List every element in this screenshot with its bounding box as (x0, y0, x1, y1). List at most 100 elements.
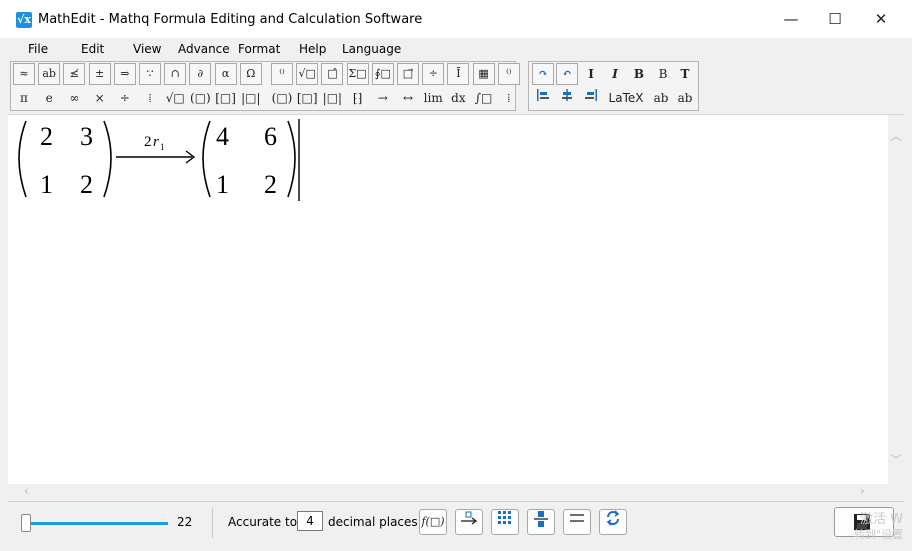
symbol-contour-integral-template-button[interactable]: ∮□ (371, 63, 394, 85)
menu-bar: File Edit View Advance Format Help Langu… (8, 38, 904, 60)
symbol-implies-button[interactable]: ⇒ (113, 63, 136, 85)
symbol-root-template-button[interactable]: √□ (296, 63, 319, 85)
menu-format[interactable]: Format (238, 42, 280, 56)
align-center-icon[interactable] (556, 87, 578, 109)
title-bar[interactable]: √x MathEdit - Mathq Formula Editing and … (0, 0, 912, 38)
bold-button[interactable]: B (628, 63, 650, 85)
matrix1-right-paren (103, 120, 112, 198)
toolbar: ↷ ↶ I I B B T LaTeX ab ab ≈ ab ≰ ± ⇒ ∵ ∩ ∂ α Ω ⁽⁾ √… (8, 60, 904, 115)
menu-view[interactable]: View (133, 42, 161, 56)
accuracy-suffix: decimal places (328, 515, 418, 529)
vertical-scrollbar[interactable]: ︿ ﹀ (888, 115, 904, 485)
matrix2-cell: 6 (264, 122, 277, 151)
matrix1-cell: 2 (40, 122, 53, 151)
status-separator (212, 508, 213, 538)
zoom-slider[interactable] (28, 522, 168, 525)
symbol-not-le-button[interactable]: ≰ (63, 63, 86, 85)
fraction-icon[interactable] (527, 509, 555, 535)
matrix-grid-icon[interactable] (491, 509, 519, 535)
symbol-ab-button[interactable]: ab (38, 63, 61, 85)
normal-weight-button[interactable]: B (652, 63, 674, 85)
ab-button-2[interactable]: ab (674, 87, 696, 109)
italic-button[interactable]: I (604, 63, 626, 85)
symbol-abs-button[interactable]: |□| (240, 87, 262, 109)
scroll-down-icon[interactable]: ﹀ (890, 451, 902, 468)
menu-edit[interactable]: Edit (81, 42, 104, 56)
symbol-divide-button[interactable]: ÷ (422, 63, 445, 85)
symbol-integral-template-button[interactable]: ∫□ (473, 87, 495, 109)
symbol-overbar-template-button[interactable]: Ī (447, 63, 470, 85)
matrix2-cell: 2 (264, 170, 277, 199)
symbol-omega-button[interactable]: Ω (239, 63, 262, 85)
symbol-hat-template-button[interactable]: □̂ (321, 63, 344, 85)
symbol-column-template-button[interactable]: ⁞ (498, 87, 520, 109)
zoom-value: 22 (177, 515, 193, 529)
horizontal-scrollbar[interactable]: ‹ › (8, 484, 888, 500)
symbol-brackets-button[interactable]: [□] (215, 87, 237, 109)
symbol-paren-template-button[interactable]: ⁽⁾ (271, 63, 293, 85)
symbol-small-brackets-button[interactable]: [□] (296, 87, 318, 109)
symbol-plus-minus-button[interactable]: ± (88, 63, 111, 85)
symbol-because-button[interactable]: ∵ (139, 63, 161, 85)
arrow-label-sub: 1 (160, 142, 165, 152)
symbol-matrix-template-button[interactable]: ▦ (472, 63, 495, 85)
redo-icon[interactable]: ↷ (532, 63, 554, 85)
menu-advance[interactable]: Advance (178, 42, 230, 56)
symbol-approx-button[interactable]: ≈ (13, 63, 35, 85)
matrix2-left-paren (202, 120, 211, 198)
symbol-limit-button[interactable]: lim (422, 87, 444, 109)
arrow-label-var: r (153, 134, 159, 150)
symbol-bracket-template-button[interactable]: ⁽⁾ (497, 63, 520, 85)
symbol-times-button[interactable]: × (89, 87, 111, 109)
scroll-left-icon[interactable]: ‹ (24, 484, 29, 498)
symbol-partial-button[interactable]: ∂ (189, 63, 212, 85)
menu-file[interactable]: File (28, 42, 48, 56)
latex-button[interactable]: LaTeX (604, 87, 648, 109)
matrix1-cell: 1 (40, 170, 53, 199)
symbol-div-button[interactable]: ÷ (114, 87, 136, 109)
symbol-box-template-button[interactable]: ⁅⁆ (347, 87, 369, 109)
matrix2-cell: 4 (216, 122, 229, 151)
align-left-icon[interactable] (532, 87, 554, 109)
symbol-vector-template-button[interactable]: □⃗ (397, 63, 419, 85)
align-right-icon[interactable] (580, 87, 602, 109)
symbol-infinity-button[interactable]: ∞ (63, 87, 85, 109)
minimize-button[interactable]: — (768, 0, 814, 38)
ab-button-1[interactable]: ab (650, 87, 672, 109)
zoom-slider-thumb[interactable] (21, 514, 31, 532)
decimal-places-input[interactable]: 4 (297, 511, 323, 531)
scroll-right-icon[interactable]: › (860, 484, 865, 498)
scroll-up-icon[interactable]: ︿ (890, 127, 902, 144)
maximize-button[interactable]: ☐ (812, 0, 858, 38)
text-button[interactable]: T (674, 63, 696, 85)
undo-icon[interactable]: ↶ (556, 63, 578, 85)
close-button[interactable]: ✕ (858, 0, 904, 38)
equals-icon[interactable] (563, 509, 591, 535)
symbol-intersection-button[interactable]: ∩ (164, 63, 187, 85)
symbol-e-button[interactable]: e (38, 87, 60, 109)
app-icon: √x (16, 12, 32, 28)
symbol-vertical-dots-button[interactable]: ⁞ (139, 87, 161, 109)
menu-language[interactable]: Language (342, 42, 401, 56)
symbol-sqrt-button[interactable]: √□ (164, 87, 186, 109)
activation-watermark-sub: 转到"设置 (854, 528, 904, 541)
symbol-parens-button[interactable]: (□) (189, 87, 211, 109)
arrow-insert-icon[interactable] (455, 509, 483, 535)
matrix2-cell: 1 (216, 170, 229, 199)
menu-help[interactable]: Help (299, 42, 326, 56)
accuracy-prefix: Accurate to (228, 515, 298, 529)
symbol-pi-button[interactable]: π (13, 87, 35, 109)
activation-watermark: 激活 W (860, 512, 903, 527)
function-button[interactable]: f(□) (419, 509, 447, 535)
symbol-dx-button[interactable]: dx (447, 87, 469, 109)
formula-editor[interactable]: 2 3 1 2 2 r 1 4 6 1 2 (8, 115, 888, 499)
formula-display: 2 3 1 2 2 r 1 4 6 1 2 (18, 119, 300, 201)
symbol-right-arrow-button[interactable]: → (372, 87, 394, 109)
italic-off-button[interactable]: I (580, 63, 602, 85)
refresh-icon[interactable] (599, 509, 627, 535)
symbol-alpha-button[interactable]: α (214, 63, 237, 85)
symbol-double-bars-button[interactable]: |□| (321, 87, 343, 109)
symbol-small-parens-button[interactable]: (□) (271, 87, 293, 109)
symbol-double-arrow-button[interactable]: ↔ (397, 87, 419, 109)
symbol-sum-template-button[interactable]: Σ□ (346, 63, 369, 85)
